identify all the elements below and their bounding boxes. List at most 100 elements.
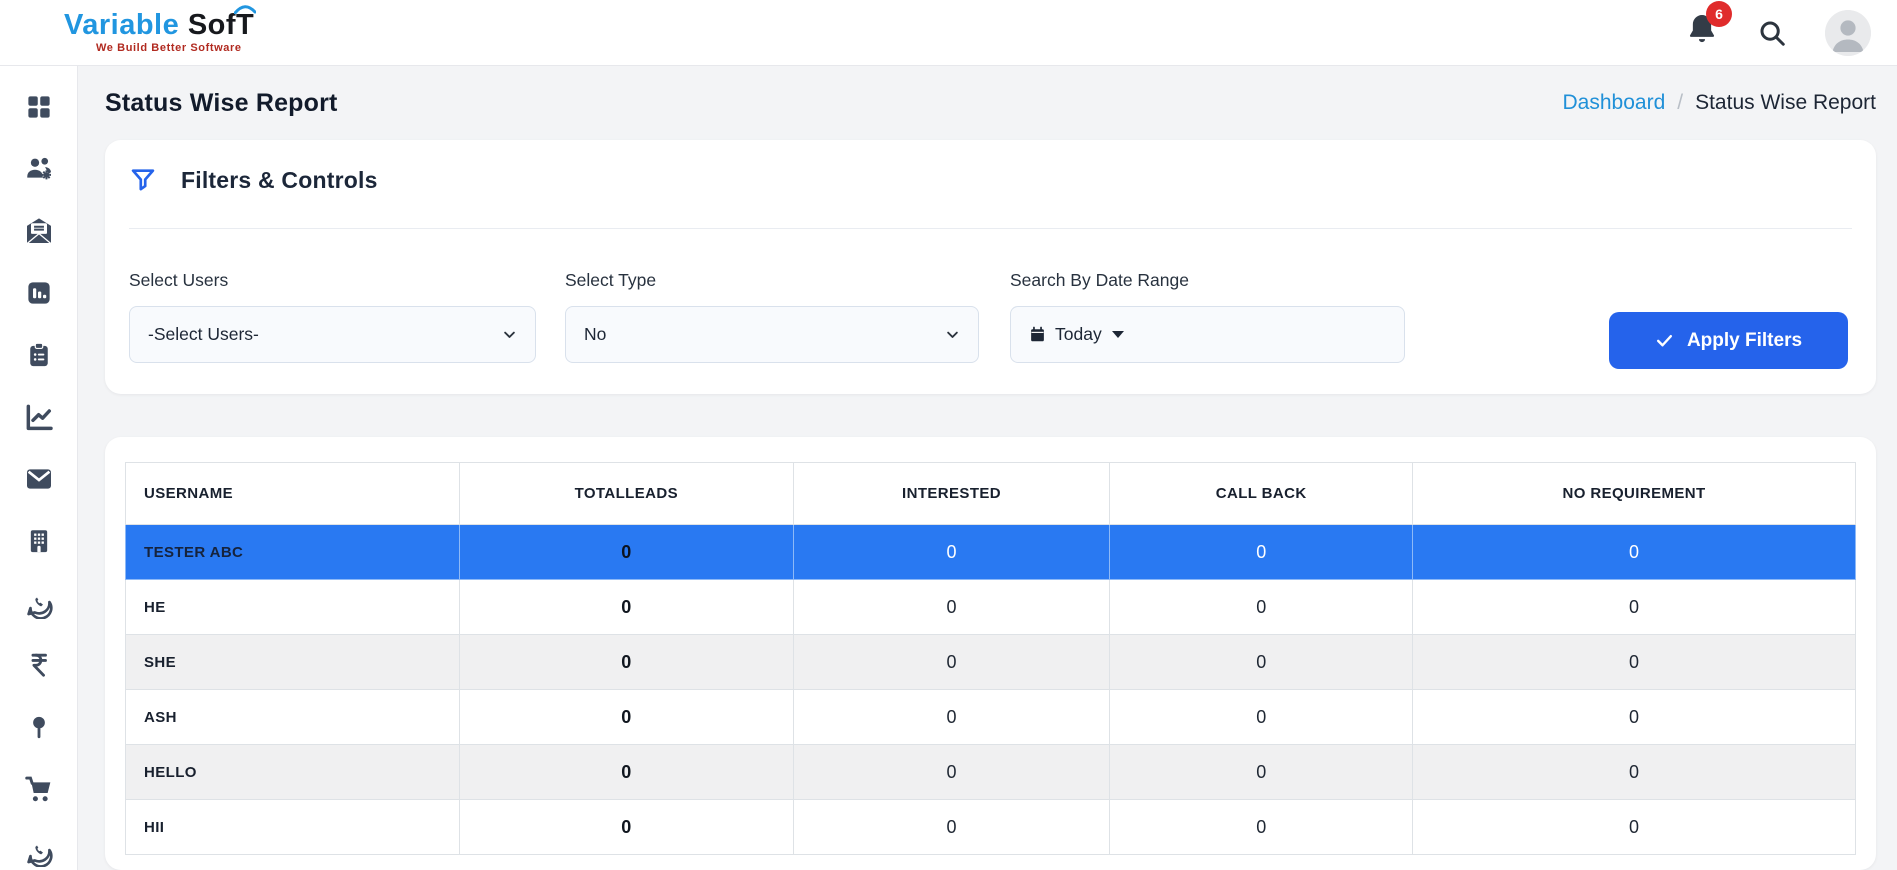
report-table-card: USERNAME TOTALLEADS INTERESTED CALL BACK… — [105, 437, 1876, 870]
column-header-norequirement: NO REQUIREMENT — [1413, 463, 1856, 525]
cell-username: HE — [126, 580, 460, 635]
calendar-icon — [1029, 326, 1046, 343]
brand-tagline: We Build Better Software — [64, 43, 254, 54]
clipboard-list-icon — [25, 340, 53, 370]
breadcrumb-separator: / — [1677, 91, 1683, 115]
cell-norequirement: 0 — [1413, 800, 1856, 855]
status-report-table: USERNAME TOTALLEADS INTERESTED CALL BACK… — [125, 462, 1856, 855]
table-row[interactable]: HE 0 0 0 0 — [126, 580, 1856, 635]
sidebar-item-location[interactable] — [23, 711, 55, 743]
cell-norequirement: 0 — [1413, 525, 1856, 580]
funnel-icon — [129, 166, 157, 194]
table-row[interactable]: HII 0 0 0 0 — [126, 800, 1856, 855]
cell-username: ASH — [126, 690, 460, 745]
table-header-row: USERNAME TOTALLEADS INTERESTED CALL BACK… — [126, 463, 1856, 525]
table-row[interactable]: ASH 0 0 0 0 — [126, 690, 1856, 745]
cell-username: HII — [126, 800, 460, 855]
cell-username: SHE — [126, 635, 460, 690]
brand-name: Variable SofT — [64, 11, 254, 40]
breadcrumb-current: Status Wise Report — [1695, 91, 1876, 115]
sidebar-item-company[interactable] — [23, 525, 55, 557]
cell-callback: 0 — [1110, 745, 1413, 800]
cell-interested: 0 — [793, 745, 1110, 800]
page-header: Status Wise Report Dashboard / Status Wi… — [105, 66, 1876, 140]
table-row[interactable]: HELLO 0 0 0 0 — [126, 745, 1856, 800]
check-icon — [1655, 331, 1674, 350]
brand-logo[interactable]: Variable SofT We Build Better Software — [64, 11, 254, 54]
cell-totalleads: 0 — [459, 690, 793, 745]
select-type-value: No — [584, 324, 945, 345]
apply-filters-button[interactable]: Apply Filters — [1609, 312, 1848, 369]
cart-icon — [23, 773, 55, 805]
brand-name-primary: Variable — [64, 9, 179, 41]
mail-open-icon — [23, 215, 55, 247]
breadcrumb-dashboard-link[interactable]: Dashboard — [1563, 91, 1666, 115]
whatsapp-icon — [23, 587, 55, 619]
cell-interested: 0 — [793, 580, 1110, 635]
page-title: Status Wise Report — [105, 89, 338, 118]
table-row[interactable]: TESTER ABC 0 0 0 0 — [126, 525, 1856, 580]
date-range-label: Search By Date Range — [1010, 270, 1405, 291]
select-users-dropdown[interactable]: -Select Users- — [129, 306, 536, 363]
select-type-label: Select Type — [565, 270, 979, 291]
main-content: Status Wise Report Dashboard / Status Wi… — [78, 66, 1897, 870]
logo-swoosh-icon — [234, 4, 256, 14]
topbar-actions: 6 — [1685, 10, 1871, 56]
notification-count-badge: 6 — [1706, 1, 1732, 27]
sidebar-item-inbox[interactable] — [23, 215, 55, 247]
search-button[interactable] — [1757, 18, 1787, 48]
chevron-down-icon — [502, 327, 517, 342]
cell-callback: 0 — [1110, 580, 1413, 635]
sidebar-item-user-management[interactable] — [23, 153, 55, 185]
filters-divider — [129, 228, 1852, 229]
filters-title: Filters & Controls — [181, 167, 378, 194]
filters-card-header: Filters & Controls — [129, 166, 378, 194]
select-type-field: Select Type No — [565, 270, 979, 363]
sidebar-item-payments[interactable] — [23, 649, 55, 681]
table-row[interactable]: SHE 0 0 0 0 — [126, 635, 1856, 690]
cell-totalleads: 0 — [459, 525, 793, 580]
cell-callback: 0 — [1110, 690, 1413, 745]
sidebar-item-whatsapp-2[interactable] — [23, 835, 55, 867]
search-icon — [1757, 18, 1787, 48]
sidebar-item-dashboard[interactable] — [23, 91, 55, 123]
sidebar-item-reports[interactable] — [23, 277, 55, 309]
filters-card: Filters & Controls Select Users -Select … — [105, 140, 1876, 394]
chevron-down-icon — [945, 327, 960, 342]
users-gear-icon — [23, 153, 55, 185]
cell-totalleads: 0 — [459, 580, 793, 635]
cell-totalleads: 0 — [459, 635, 793, 690]
cell-callback: 0 — [1110, 635, 1413, 690]
pin-icon — [26, 712, 52, 742]
sidebar-item-tasks[interactable] — [23, 339, 55, 371]
notifications-button[interactable]: 6 — [1685, 12, 1719, 53]
cell-norequirement: 0 — [1413, 690, 1856, 745]
column-header-callback: CALL BACK — [1110, 463, 1413, 525]
date-range-picker[interactable]: Today — [1010, 306, 1405, 363]
sidebar-item-orders[interactable] — [23, 773, 55, 805]
top-header: Variable SofT We Build Better Software 6 — [0, 0, 1897, 66]
select-type-dropdown[interactable]: No — [565, 306, 979, 363]
column-header-username: USERNAME — [126, 463, 460, 525]
envelope-icon — [23, 463, 55, 495]
sidebar-item-email[interactable] — [23, 463, 55, 495]
apply-filters-label: Apply Filters — [1687, 330, 1802, 352]
bar-chart-icon — [24, 278, 54, 308]
sidebar-item-whatsapp[interactable] — [23, 587, 55, 619]
column-header-totalleads: TOTALLEADS — [459, 463, 793, 525]
whatsapp-icon — [23, 835, 55, 867]
cell-username: HELLO — [126, 745, 460, 800]
breadcrumb: Dashboard / Status Wise Report — [1563, 91, 1876, 115]
date-range-field: Search By Date Range Today — [1010, 270, 1405, 363]
select-users-label: Select Users — [129, 270, 536, 291]
cell-callback: 0 — [1110, 525, 1413, 580]
cell-totalleads: 0 — [459, 800, 793, 855]
cell-norequirement: 0 — [1413, 580, 1856, 635]
grid-icon — [24, 92, 54, 122]
user-avatar[interactable] — [1825, 10, 1871, 56]
cell-interested: 0 — [793, 635, 1110, 690]
cell-username: TESTER ABC — [126, 525, 460, 580]
rupee-icon — [25, 650, 53, 680]
cell-totalleads: 0 — [459, 745, 793, 800]
sidebar-item-analytics[interactable] — [23, 401, 55, 433]
